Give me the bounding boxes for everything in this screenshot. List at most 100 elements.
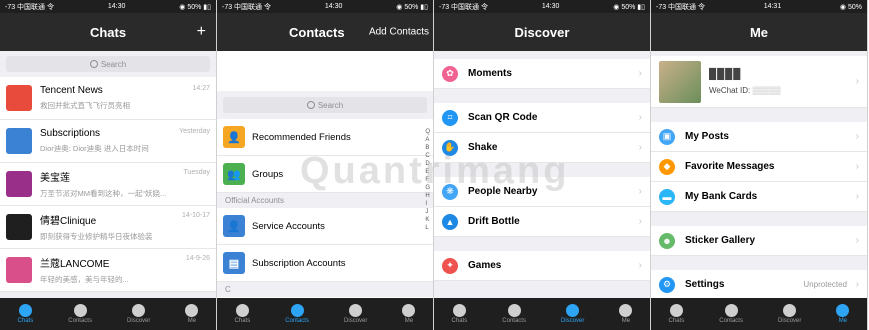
menu-row[interactable]: ◆ Favorite Messages › — [651, 152, 867, 182]
chat-avatar — [6, 85, 32, 111]
me-menu: ▣ My Posts › ◆ Favorite Messages › ▬ My Bank Ca… — [651, 122, 867, 300]
menu-label: Shake — [468, 142, 498, 153]
tab-me[interactable]: Me — [836, 304, 850, 324]
tab-contacts[interactable]: Contacts — [68, 304, 92, 324]
menu-row[interactable]: ✋ Shake › — [434, 133, 650, 163]
menu-label: Favorite Messages — [685, 161, 775, 172]
contact-row[interactable]: 👤 Recommended Friends — [217, 119, 433, 156]
contact-icon: 👤 — [223, 126, 245, 148]
chevron-right-icon: › — [855, 161, 859, 172]
chat-row[interactable]: Tencent News 14:27 救回并批式直飞飞行员亮相 — [0, 77, 216, 120]
chat-row[interactable]: 美宝莲 Tuesday 万圣节派对MM看到这种，一起“妖娆... — [0, 163, 216, 206]
tab-discover[interactable]: Discover — [561, 304, 584, 324]
person-icon — [619, 304, 633, 317]
chat-preview: 万圣节派对MM看到这种，一起“妖娆... — [40, 189, 167, 198]
menu-row[interactable]: ▬ My Bank Cards › — [651, 182, 867, 212]
section-header-official-accounts: Official Accounts — [217, 193, 433, 208]
menu-row[interactable]: ▲ Drift Bottle › — [434, 207, 650, 237]
menu-icon: ▬ — [659, 188, 675, 205]
page-title: Chats — [89, 24, 127, 40]
contact-label: Service Accounts — [252, 220, 325, 232]
menu-icon: ⚙ — [659, 276, 675, 293]
tab-chats[interactable]: Chats — [452, 304, 467, 324]
chat-avatar — [6, 171, 32, 197]
search-icon — [89, 60, 98, 68]
chat-row[interactable]: Subscriptions Yesterday Dior迪奥: Dior迪奥 进入日… — [0, 120, 216, 163]
menu-icon: ☻ — [659, 232, 675, 249]
menu-label: Games — [468, 260, 502, 271]
chat-bubble-icon — [669, 304, 683, 317]
index-letter[interactable]: J — [425, 208, 430, 216]
tab-discover[interactable]: Discover — [344, 304, 367, 324]
index-letter[interactable]: D — [425, 160, 430, 168]
tab-chats[interactable]: Chats — [669, 304, 684, 324]
menu-row[interactable]: ✦ Games › — [434, 251, 650, 281]
menu-row[interactable]: ⌗ Scan QR Code › — [434, 103, 650, 133]
menu-label: Scan QR Code — [468, 112, 538, 123]
person-icon — [402, 304, 416, 317]
tab-discover[interactable]: Discover — [127, 304, 150, 324]
index-letter[interactable]: E — [425, 168, 430, 176]
contact-icon: ▤ — [223, 252, 245, 274]
menu-icon: ⌗ — [442, 109, 458, 126]
tab-chats[interactable]: Chats — [17, 304, 34, 324]
chevron-right-icon: › — [638, 186, 642, 197]
contact-row[interactable]: ▤ Subscription Accounts — [217, 245, 433, 282]
index-letter[interactable]: C — [425, 152, 430, 160]
chat-row[interactable]: 倩碧Clinique 14-10-17 即刻获得专业修护精华日夜体验装 — [0, 206, 216, 249]
tab-contacts[interactable]: Contacts — [719, 304, 743, 324]
contact-row[interactable]: 👥 Groups — [217, 156, 433, 193]
tab-discover[interactable]: Discover — [778, 304, 801, 324]
profile-card[interactable]: ████ WeChat ID: ▒▒▒▒▒ › — [651, 56, 867, 108]
chat-info: 倩碧Clinique 14-10-17 即刻获得专业修护精华日夜体验装 — [40, 212, 210, 242]
search-bar[interactable]: Search — [6, 56, 210, 72]
contact-row[interactable]: 👤 Service Accounts — [217, 208, 433, 245]
tab-contacts[interactable]: Contacts — [285, 304, 309, 324]
index-letter[interactable]: L — [425, 224, 430, 232]
search-bar[interactable]: Search — [223, 97, 427, 113]
nav-bar: Chats + — [0, 13, 216, 51]
contacts-icon — [724, 304, 738, 317]
tab-contacts[interactable]: Contacts — [502, 304, 526, 324]
index-letter[interactable]: H — [425, 192, 430, 200]
battery-indicator: ◉ 50% ▮▯ — [179, 3, 211, 11]
chat-name: 美宝莲 — [40, 173, 70, 184]
tab-chats[interactable]: Chats — [234, 304, 251, 324]
add-contacts-button[interactable]: Add Contacts — [369, 27, 429, 38]
alphabet-index[interactable]: QABCDEFGHIJKL — [425, 128, 430, 232]
chat-row[interactable]: 兰蔻LANCOME 14-9-26 年轻的美感，美与年轻的... — [0, 249, 216, 292]
chat-title-row: 兰蔻LANCOME 14-9-26 — [40, 255, 210, 270]
carrier-label: -73 中国联通 令 — [222, 3, 272, 11]
contact-icon: 👤 — [223, 215, 245, 237]
index-letter[interactable]: K — [425, 216, 430, 224]
menu-row[interactable]: ▣ My Posts › — [651, 122, 867, 152]
chat-title-row: 倩碧Clinique 14-10-17 — [40, 212, 210, 227]
index-letter[interactable]: Q — [425, 128, 430, 136]
tab-me[interactable]: Me — [402, 304, 416, 324]
chevron-right-icon: › — [855, 279, 859, 290]
tab-label: Chats — [17, 318, 34, 324]
wechat-id: WeChat ID: ▒▒▒▒▒ — [709, 86, 781, 95]
menu-icon: ▲ — [442, 213, 458, 230]
profile-info: ████ WeChat ID: ▒▒▒▒▒ — [709, 69, 781, 95]
search-placeholder: Search — [317, 100, 344, 110]
tab-me[interactable]: Me — [619, 304, 633, 324]
menu-row[interactable]: ✿ Moments › — [434, 59, 650, 89]
tab-label: Chats — [234, 318, 251, 324]
index-letter[interactable]: A — [425, 136, 430, 144]
tab-label: Discover — [344, 318, 368, 324]
menu-row[interactable]: ⚙ Settings Unprotected › — [651, 270, 867, 300]
add-button[interactable]: + — [197, 23, 206, 41]
chat-preview: 年轻的美感，美与年轻的... — [40, 275, 129, 284]
page-title: Contacts — [289, 24, 345, 40]
chevron-right-icon: › — [638, 216, 642, 227]
tab-me[interactable]: Me — [185, 304, 199, 324]
index-letter[interactable]: G — [425, 184, 430, 192]
index-letter[interactable]: B — [425, 144, 430, 152]
menu-row[interactable]: ❋ People Nearby › — [434, 177, 650, 207]
menu-row[interactable]: ☻ Sticker Gallery › — [651, 226, 867, 256]
index-letter[interactable]: I — [425, 200, 430, 208]
index-letter[interactable]: F — [425, 176, 430, 184]
search-wrapper: Search — [217, 91, 433, 119]
